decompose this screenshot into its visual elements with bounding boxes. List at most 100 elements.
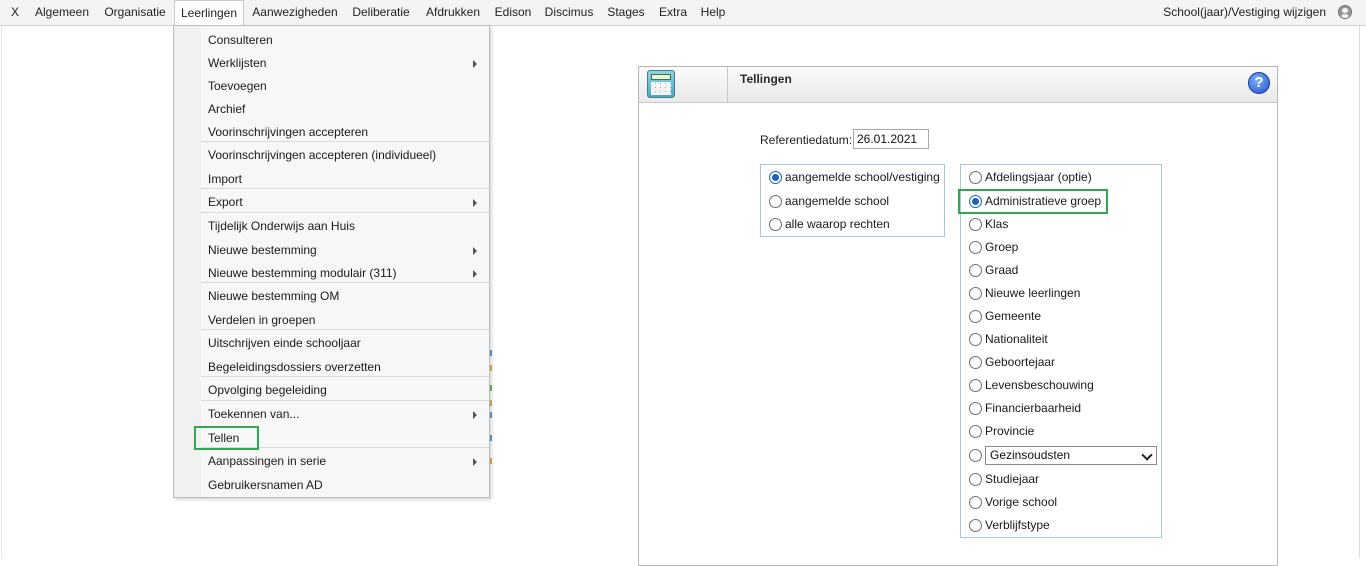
menu-item-werklijsten[interactable]: Werklijsten <box>174 52 489 75</box>
menu-item-toekennen-van[interactable]: Toekennen van... <box>174 403 489 426</box>
radio-label: Gemeente <box>985 309 1042 323</box>
gezinsoudsten-select[interactable]: Gezinsoudsten <box>985 446 1157 465</box>
menu-item-uitschrijven-einde-schooljaar[interactable]: Uitschrijven einde schooljaar <box>174 332 489 355</box>
background-mark <box>490 365 492 371</box>
radio-label: Levensbeschouwing <box>985 378 1094 392</box>
radio-button[interactable] <box>969 171 982 184</box>
radio-label: Klas <box>985 217 1009 231</box>
highlight-administratieve-groep <box>958 189 1108 214</box>
background-mark <box>490 458 492 464</box>
menu-item-voorinschrijvingen-accepteren-individueel[interactable]: Voorinschrijvingen accepteren (individue… <box>174 144 489 167</box>
menu-item-label: Voorinschrijvingen accepteren (individue… <box>208 148 437 162</box>
menu-item-archief[interactable]: Archief <box>174 98 489 121</box>
menu-item-consulteren[interactable]: Consulteren <box>174 29 489 52</box>
background-mark <box>490 435 492 441</box>
radio-button[interactable] <box>969 333 982 346</box>
menu-separator <box>201 141 489 142</box>
menu-item-label: Archief <box>208 102 246 116</box>
radio-button[interactable] <box>969 402 982 415</box>
menu-item-opvolging-begeleiding[interactable]: Opvolging begeleiding <box>174 379 489 402</box>
menu-item-label: Gebruikersnamen AD <box>208 478 323 492</box>
menu-item-label: Werklijsten <box>208 56 267 70</box>
radio-button[interactable] <box>969 449 982 462</box>
referentiedatum-input[interactable]: 26.01.2021 <box>853 129 929 149</box>
radio-button[interactable] <box>969 519 982 532</box>
help-icon[interactable]: ? <box>1248 72 1270 94</box>
scrollbar-track[interactable] <box>1359 26 1366 558</box>
menu-afdrukken[interactable]: Afdrukken <box>420 0 486 25</box>
menu-help[interactable]: Help <box>696 0 730 25</box>
radio-button[interactable] <box>969 425 982 438</box>
menu-item-label: Toekennen van... <box>208 407 300 421</box>
menu-item-aanpassingen-in-serie[interactable]: Aanpassingen in serie <box>174 450 489 473</box>
menu-leerlingen[interactable]: Leerlingen <box>174 0 244 26</box>
menu-separator <box>201 212 489 213</box>
radio-button[interactable] <box>969 218 982 231</box>
submenu-arrow-icon <box>473 247 477 255</box>
referentiedatum-label: Referentiedatum: <box>760 133 853 147</box>
menu-item-label: Nieuwe bestemming <box>208 243 317 257</box>
menu-item-nieuwe-bestemming[interactable]: Nieuwe bestemming <box>174 239 489 262</box>
menu-item-label: Tijdelijk Onderwijs aan Huis <box>208 219 355 233</box>
radio-label: Financierbaarheid <box>985 401 1082 415</box>
radio-button[interactable] <box>969 310 982 323</box>
menu-edison[interactable]: Edison <box>489 0 537 25</box>
panel-icon-cell <box>639 67 728 102</box>
menu-item-gebruikersnamen-ad[interactable]: Gebruikersnamen AD <box>174 474 489 497</box>
radio-label: Geboortejaar <box>985 355 1056 369</box>
radio-button[interactable] <box>969 473 982 486</box>
menu-item-toevoegen[interactable]: Toevoegen <box>174 75 489 98</box>
radio-label: Provincie <box>985 424 1035 438</box>
submenu-arrow-icon <box>473 411 477 419</box>
radio-label: Graad <box>985 263 1019 277</box>
user-circle-icon[interactable] <box>1338 5 1352 19</box>
menu-stages[interactable]: Stages <box>602 0 650 25</box>
radio-label: Groep <box>985 240 1019 254</box>
menu-item-label: Uitschrijven einde schooljaar <box>208 336 361 350</box>
menubar: X Algemeen Organisatie Leerlingen Aanwez… <box>0 0 1366 26</box>
menu-close[interactable]: X <box>6 0 24 25</box>
radio-button[interactable] <box>969 287 982 300</box>
radio-label: Studiejaar <box>985 472 1040 486</box>
menu-separator <box>201 376 489 377</box>
radio-label: alle waarop rechten <box>785 217 890 231</box>
menu-item-label: Aanpassingen in serie <box>208 454 327 468</box>
radio-button[interactable] <box>969 379 982 392</box>
menu-aanwezigheden[interactable]: Aanwezigheden <box>248 0 342 25</box>
menu-item-tijdelijk-onderwijs-aan-huis[interactable]: Tijdelijk Onderwijs aan Huis <box>174 215 489 238</box>
radio-button[interactable] <box>769 218 782 231</box>
menu-item-nieuwe-bestemming-om[interactable]: Nieuwe bestemming OM <box>174 285 489 308</box>
change-school-link[interactable]: School(jaar)/Vestiging wijzigen <box>1163 0 1326 25</box>
submenu-arrow-icon <box>473 270 477 278</box>
chevron-down-icon <box>1141 449 1153 461</box>
menu-extra[interactable]: Extra <box>654 0 692 25</box>
menu-item-label: Nieuwe bestemming OM <box>208 289 340 303</box>
menu-item-label: Toevoegen <box>208 79 267 93</box>
radio-button[interactable] <box>769 171 782 184</box>
page-border <box>1 26 2 558</box>
highlight-tellen <box>194 426 259 450</box>
tellingen-panel: Tellingen ? <box>638 66 1278 566</box>
menu-item-label: Export <box>208 195 243 209</box>
radio-button[interactable] <box>969 496 982 509</box>
radio-label: aangemelde school <box>785 194 890 208</box>
background-mark <box>490 400 492 406</box>
submenu-arrow-icon <box>473 458 477 466</box>
menu-discimus[interactable]: Discimus <box>540 0 598 25</box>
radio-button[interactable] <box>969 264 982 277</box>
menu-separator <box>201 282 489 283</box>
background-mark <box>490 350 492 356</box>
radio-label: Afdelingsjaar (optie) <box>985 170 1092 184</box>
radio-label: Verblijfstype <box>985 518 1050 532</box>
radio-button[interactable] <box>969 356 982 369</box>
menu-item-label: Consulteren <box>208 33 273 47</box>
menu-algemeen[interactable]: Algemeen <box>29 0 95 25</box>
submenu-arrow-icon <box>473 199 477 207</box>
menu-organisatie[interactable]: Organisatie <box>99 0 171 25</box>
menu-deliberatie[interactable]: Deliberatie <box>345 0 417 25</box>
radio-button[interactable] <box>969 241 982 254</box>
menu-separator <box>201 188 489 189</box>
menu-item-export[interactable]: Export <box>174 191 489 214</box>
menu-item-label: Opvolging begeleiding <box>208 383 327 397</box>
radio-button[interactable] <box>769 195 782 208</box>
